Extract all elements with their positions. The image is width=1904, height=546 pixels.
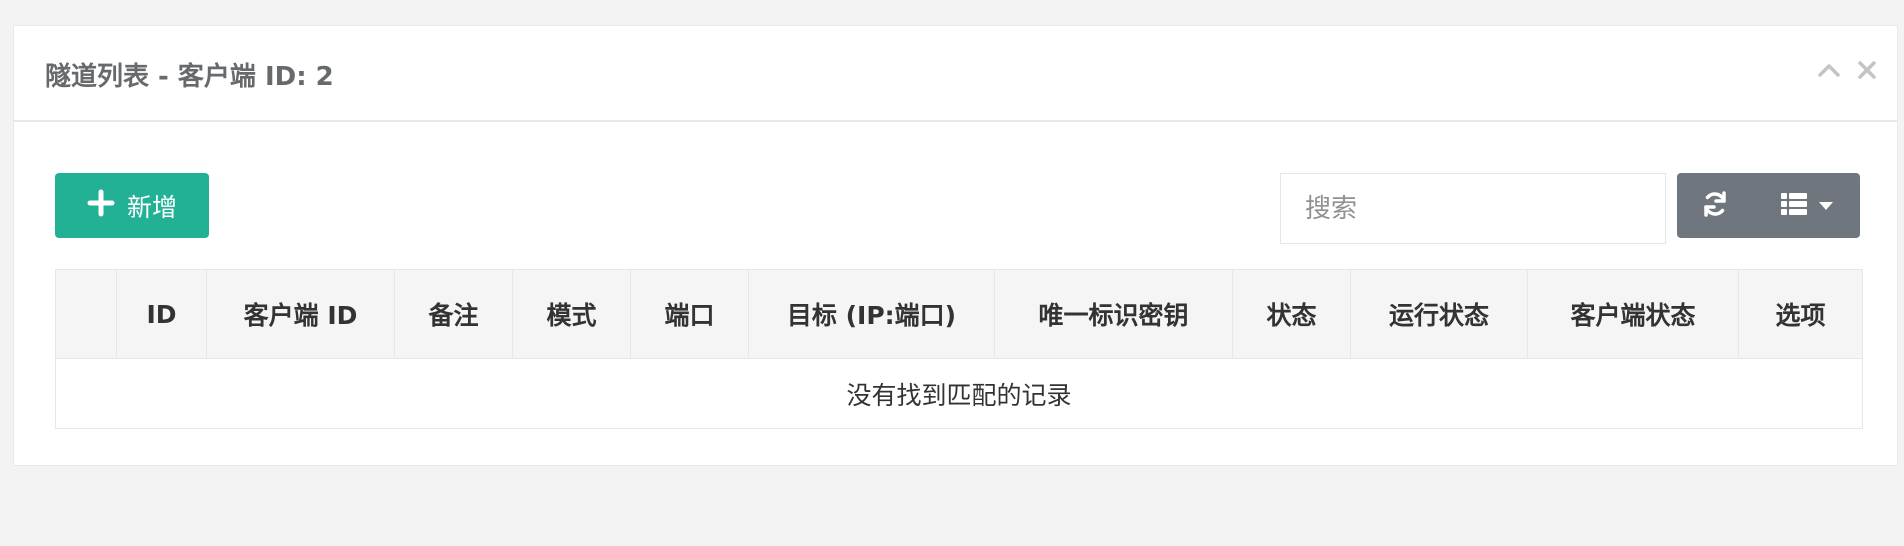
chevron-up-icon[interactable] xyxy=(1817,58,1841,82)
column-header-run-status[interactable]: 运行状态 xyxy=(1350,269,1528,359)
column-header-client-id[interactable]: 客户端 ID xyxy=(206,269,395,359)
page-title: 隧道列表 - 客户端 ID: 2 xyxy=(45,62,334,92)
column-header-client-status[interactable]: 客户端状态 xyxy=(1527,269,1739,359)
columns-toggle-button[interactable] xyxy=(1753,173,1860,238)
close-icon[interactable] xyxy=(1855,58,1879,82)
column-header-target[interactable]: 目标 (IP:端口) xyxy=(748,269,995,359)
column-header-status[interactable]: 状态 xyxy=(1232,269,1351,359)
refresh-icon xyxy=(1700,189,1730,223)
column-header-port[interactable]: 端口 xyxy=(630,269,749,359)
plus-icon xyxy=(87,189,115,223)
panel-tools xyxy=(1817,58,1879,82)
add-tunnel-button[interactable]: 新增 xyxy=(55,173,209,238)
caret-down-icon xyxy=(1818,196,1834,215)
refresh-button[interactable] xyxy=(1677,173,1753,238)
panel-header: 隧道列表 - 客户端 ID: 2 xyxy=(14,26,1897,122)
tunnel-table-container: ID 客户端 ID 备注 模式 端口 目标 (IP:端口) 唯一标识密钥 状态 … xyxy=(55,269,1863,429)
empty-table-message: 没有找到匹配的记录 xyxy=(55,358,1863,429)
column-header-select[interactable] xyxy=(55,269,117,359)
tunnel-table: ID 客户端 ID 备注 模式 端口 目标 (IP:端口) 唯一标识密钥 状态 … xyxy=(55,269,1863,429)
column-header-id[interactable]: ID xyxy=(116,269,207,359)
search-input[interactable] xyxy=(1280,173,1666,244)
column-header-unique-key[interactable]: 唯一标识密钥 xyxy=(994,269,1233,359)
column-header-mode[interactable]: 模式 xyxy=(512,269,631,359)
column-header-options[interactable]: 选项 xyxy=(1738,269,1863,359)
tunnel-list-panel: 隧道列表 - 客户端 ID: 2 新增 搜索 ID 客户端 ID 备注 模式 端… xyxy=(13,25,1898,466)
add-button-label: 新增 xyxy=(126,192,177,222)
list-icon xyxy=(1780,192,1808,220)
table-row: 没有找到匹配的记录 xyxy=(55,358,1863,429)
table-tools-button-group xyxy=(1677,173,1860,238)
column-header-remark[interactable]: 备注 xyxy=(394,269,513,359)
table-header-row: ID 客户端 ID 备注 模式 端口 目标 (IP:端口) 唯一标识密钥 状态 … xyxy=(55,269,1863,359)
